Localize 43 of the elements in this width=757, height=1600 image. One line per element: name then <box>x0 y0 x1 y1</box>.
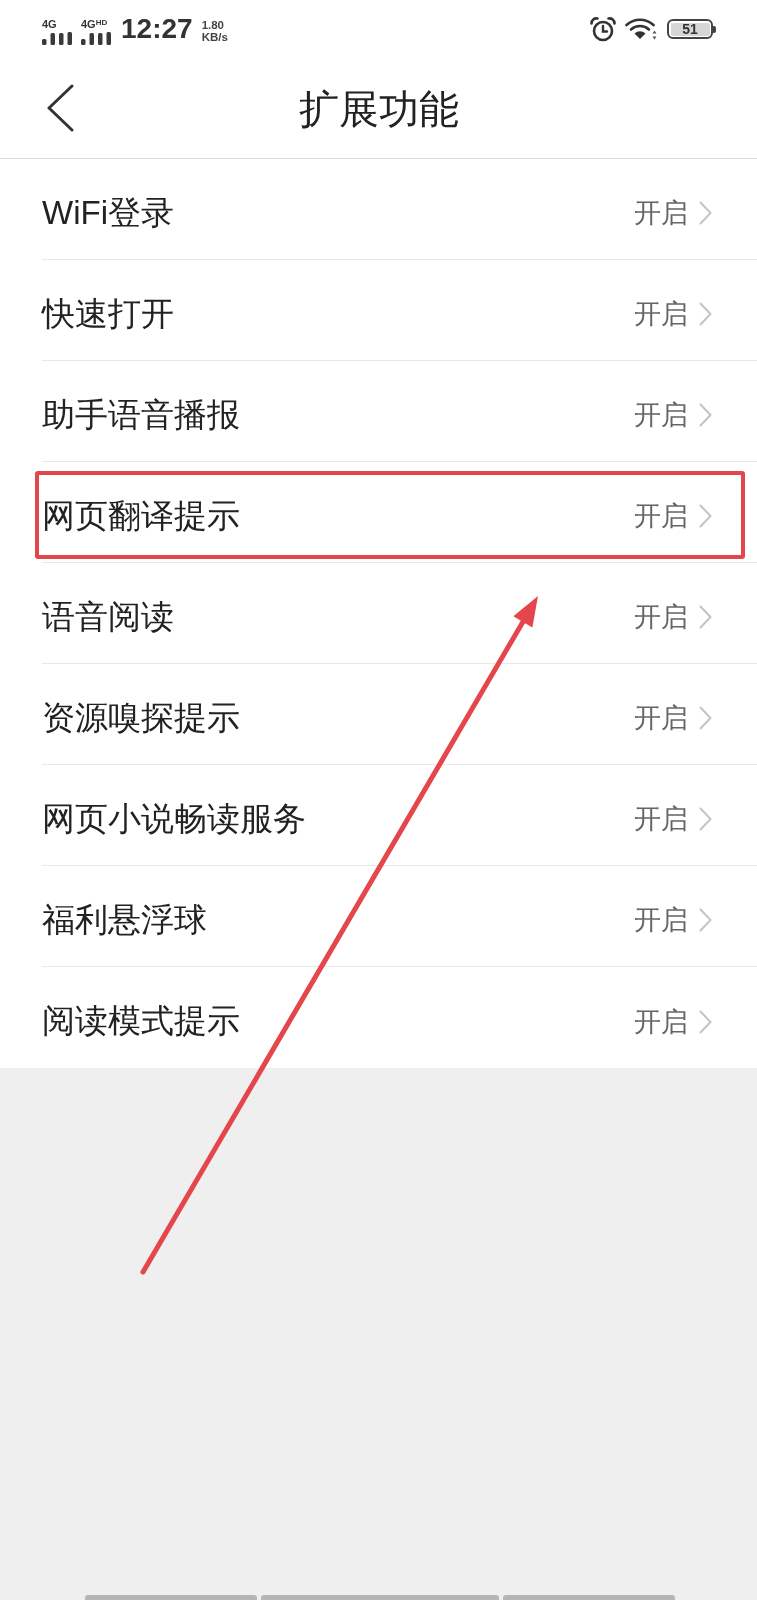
setting-value: 开启 <box>634 1005 688 1039</box>
setting-value: 开启 <box>634 197 688 230</box>
setting-label[interactable]: 福利悬浮球 <box>42 897 634 943</box>
network-speed-value: 1.80 <box>201 18 225 31</box>
chevron-right-icon[interactable] <box>699 1009 712 1034</box>
setting-label[interactable]: 资源嗅探提示 <box>42 695 634 741</box>
network-speed-unit: KB/s <box>201 30 228 43</box>
navigation-key[interactable] <box>503 1595 675 1600</box>
navigation-key[interactable] <box>261 1595 499 1600</box>
setting-value: 开启 <box>634 601 688 634</box>
setting-value: 开启 <box>634 803 688 836</box>
chevron-left-icon <box>46 84 74 132</box>
setting-value: 开启 <box>634 500 688 533</box>
chevron-right-icon[interactable] <box>699 605 712 629</box>
signal-bars-icon <box>81 32 111 45</box>
navigation-key[interactable] <box>85 1595 257 1600</box>
alarm-clock-icon <box>590 16 616 42</box>
chevron-right-icon[interactable] <box>699 706 712 730</box>
back-button[interactable] <box>46 84 74 132</box>
setting-label[interactable]: 快速打开 <box>42 291 634 337</box>
network-type-label: 4G$^{HD}$ <box>81 19 108 30</box>
setting-label[interactable]: 网页小说畅读服务 <box>42 796 634 842</box>
chevron-right-icon[interactable] <box>699 807 712 831</box>
chevron-right-icon[interactable] <box>699 504 712 528</box>
clock-time: 12:27 <box>121 13 193 45</box>
signal-bars-icon <box>42 32 72 45</box>
wifi-icon <box>625 18 658 40</box>
setting-label[interactable]: 语音阅读 <box>42 594 634 640</box>
page-title: 扩展功能 <box>298 85 459 133</box>
setting-label[interactable]: 阅读模式提示 <box>42 999 634 1044</box>
chevron-right-icon[interactable] <box>699 302 712 326</box>
network-type-label: 4G <box>42 19 57 30</box>
battery-percent: 51 <box>670 22 710 36</box>
chevron-right-icon[interactable] <box>699 403 712 427</box>
setting-value: 开启 <box>634 702 688 735</box>
setting-label[interactable]: 网页翻译提示 <box>42 493 634 539</box>
chevron-right-icon[interactable] <box>699 201 712 225</box>
setting-value: 开启 <box>634 298 688 331</box>
chevron-right-icon[interactable] <box>699 908 712 932</box>
setting-value: 开启 <box>634 399 688 432</box>
setting-label[interactable]: WiFi登录 <box>42 190 634 236</box>
setting-label[interactable]: 助手语音播报 <box>42 392 634 438</box>
setting-value: 开启 <box>634 904 688 937</box>
